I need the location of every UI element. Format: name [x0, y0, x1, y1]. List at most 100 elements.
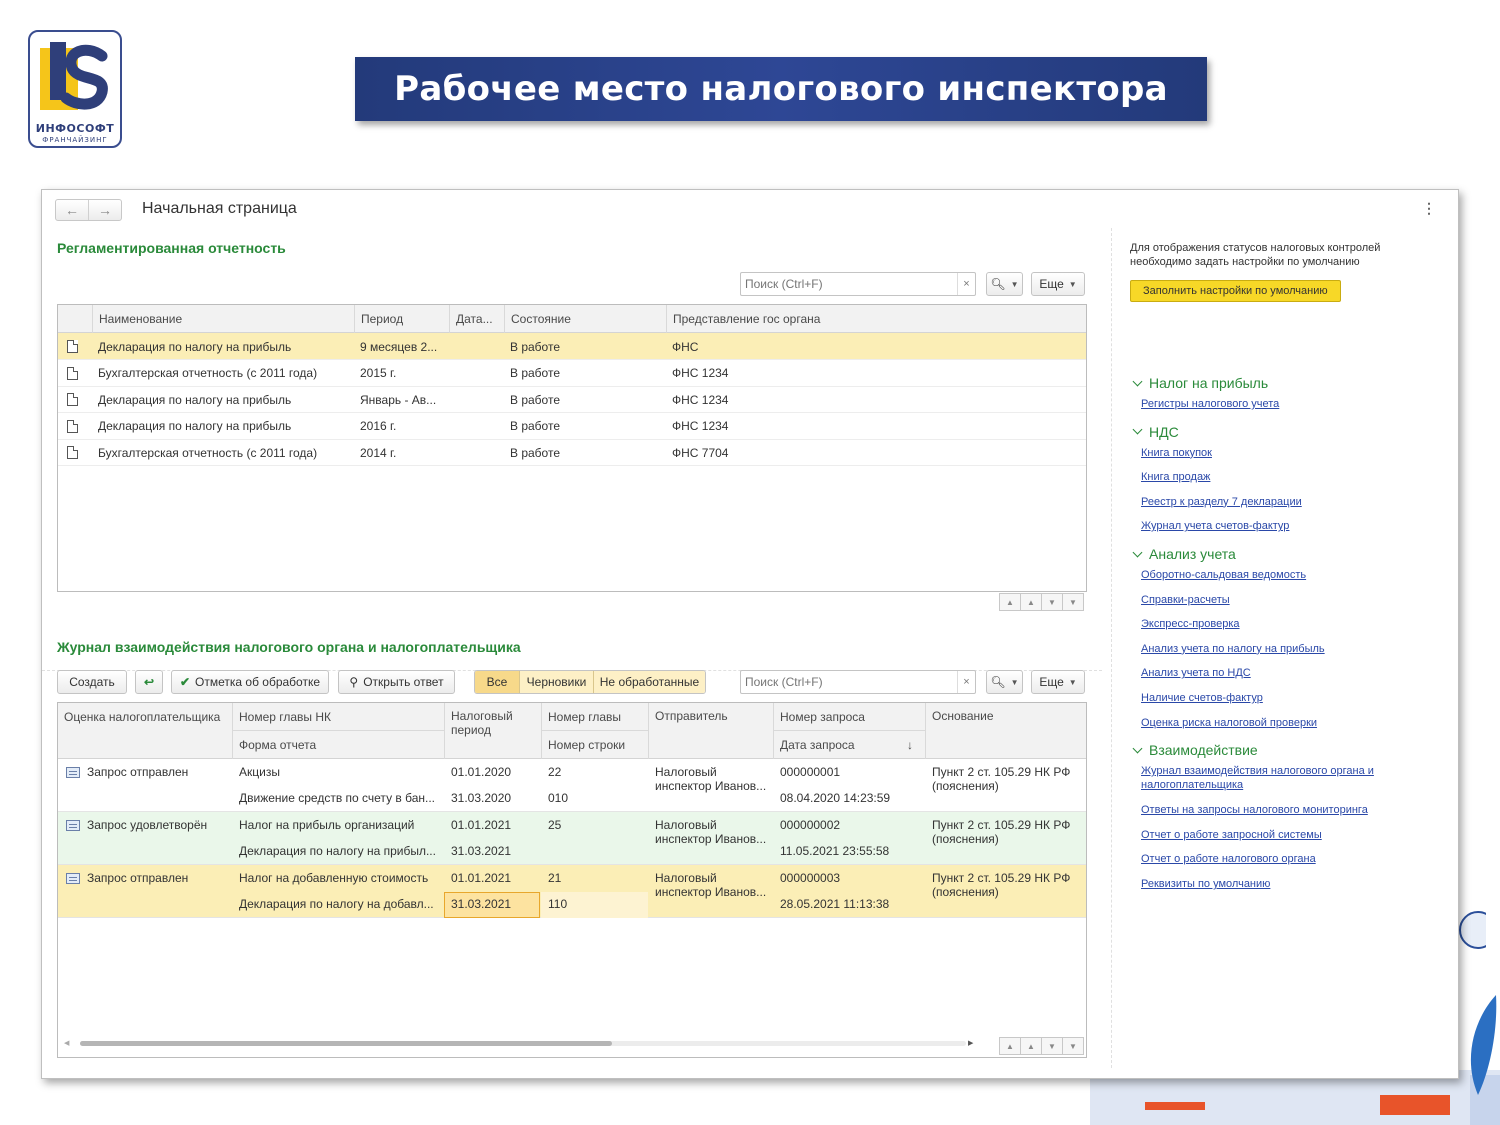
filter-tab-all[interactable]: Все — [475, 671, 519, 693]
mark-processed-label: Отметка об обработке — [195, 675, 321, 689]
message-icon — [66, 820, 80, 831]
fill-defaults-button[interactable]: Заполнить настройки по умолчанию — [1130, 280, 1341, 302]
clear-icon[interactable]: × — [957, 671, 975, 693]
scroll-first-icon[interactable]: ▲ — [999, 1037, 1021, 1055]
cell-state: В работе — [510, 419, 561, 433]
column-header-date[interactable]: Дата... — [449, 305, 504, 333]
nav-link[interactable]: Реестр к разделу 7 декларации — [1141, 495, 1411, 509]
journal-search-button[interactable]: 🔍︎ ▼ — [986, 670, 1023, 694]
column-header-tax-period[interactable]: Налоговый период — [444, 703, 541, 759]
reports-search-input[interactable] — [741, 273, 975, 295]
scroll-last-icon[interactable]: ▼ — [1062, 593, 1084, 611]
cell-period-start: 01.01.2021 — [451, 818, 512, 832]
nav-link[interactable]: Книга покупок — [1141, 446, 1411, 460]
open-reply-button[interactable]: ⚲ Открыть ответ — [338, 670, 455, 694]
column-header-chapter-nk[interactable]: Номер главы НК — [232, 703, 444, 731]
reports-search-input-box[interactable]: × — [740, 272, 976, 296]
journal-search-input[interactable] — [741, 671, 975, 693]
nav-link[interactable]: Журнал взаимодействия налогового органа … — [1141, 764, 1411, 792]
scroll-up-icon[interactable]: ▲ — [1020, 593, 1042, 611]
chevron-down-icon — [1132, 424, 1143, 435]
nav-link[interactable]: Справки-расчеты — [1141, 593, 1411, 607]
nav-link[interactable]: Анализ учета по НДС — [1141, 666, 1411, 680]
column-header-request-date[interactable]: Дата запроса ↓ — [773, 731, 925, 759]
column-header-line-no[interactable]: Номер строки — [541, 731, 648, 759]
cell-request-date: 28.05.2021 11:13:38 — [780, 897, 890, 911]
nav-link[interactable]: Отчет о работе запросной системы — [1141, 828, 1411, 842]
filter-tab-unprocessed[interactable]: Не обработанные — [593, 671, 705, 693]
table-row[interactable]: Запрос отправлен Налог на добавленную сто… — [58, 865, 1086, 918]
nav-group-title: Взаимодействие — [1149, 742, 1258, 759]
create-label: Создать — [69, 675, 115, 689]
clear-icon[interactable]: × — [957, 273, 975, 295]
nav-link[interactable]: Наличие счетов-фактур — [1141, 691, 1411, 705]
forward-arrow-icon[interactable]: → — [88, 200, 121, 220]
scroll-left-icon[interactable]: ◀ — [64, 1039, 69, 1047]
open-reply-label: Открыть ответ — [363, 675, 444, 689]
horizontal-scrollbar[interactable] — [80, 1039, 966, 1047]
column-header-basis[interactable]: Основание — [925, 703, 1086, 759]
export-button[interactable]: ↩ — [135, 670, 163, 694]
scroll-right-icon[interactable]: ▶ — [968, 1039, 973, 1047]
nav-link[interactable]: Оборотно-сальдовая ведомость — [1141, 568, 1411, 582]
column-header-period[interactable]: Период — [354, 305, 449, 333]
table-row[interactable]: Декларация по налогу на прибыль 9 месяцев… — [58, 333, 1086, 360]
scrollbar-thumb[interactable] — [80, 1041, 612, 1046]
reports-table: Наименование Период Дата... Состояние Пр… — [57, 304, 1087, 592]
scroll-first-icon[interactable]: ▲ — [999, 593, 1021, 611]
table-row[interactable]: Декларация по налогу на прибыль Январь - … — [58, 386, 1086, 413]
column-header-name[interactable]: Наименование — [92, 305, 354, 333]
reports-more-button[interactable]: Еще ▼ — [1031, 272, 1085, 296]
nav-link[interactable]: Оценка риска налоговой проверки — [1141, 716, 1411, 730]
column-header-report-form[interactable]: Форма отчета — [232, 731, 444, 759]
nav-link[interactable]: Экспресс-проверка — [1141, 617, 1411, 631]
scroll-up-icon[interactable]: ▲ — [1020, 1037, 1042, 1055]
kebab-menu-icon[interactable]: ⋮ — [1422, 200, 1436, 217]
nav-group-0[interactable]: Налог на прибыль — [1132, 375, 1268, 391]
mark-processed-button[interactable]: ✔ Отметка об обработке — [171, 670, 329, 694]
cell-sender: Налоговый инспектор Иванов... — [655, 871, 767, 899]
table-row[interactable]: Бухгалтерская отчетность (с 2011 года) 20… — [58, 439, 1086, 466]
column-header-chapter-no[interactable]: Номер главы — [541, 703, 648, 731]
cell-chapter-no: 25 — [548, 818, 562, 832]
cell-agency: ФНС 7704 — [672, 445, 729, 460]
journal-section-title: Журнал взаимодействия налогового органа … — [57, 639, 521, 655]
create-button[interactable]: Создать — [57, 670, 127, 694]
nav-link[interactable]: Анализ учета по налогу на прибыль — [1141, 642, 1411, 656]
cell-name: Бухгалтерская отчетность (с 2011 года) — [98, 366, 318, 380]
cell-sender: Налоговый инспектор Иванов... — [655, 765, 767, 793]
nav-link[interactable]: Книга продаж — [1141, 470, 1411, 484]
table-row[interactable]: Запрос отправлен Акцизы Движение средств п… — [58, 759, 1086, 812]
filter-tab-drafts[interactable]: Черновики — [519, 671, 593, 693]
cell-name: Бухгалтерская отчетность (с 2011 года) — [98, 445, 318, 460]
scroll-last-icon[interactable]: ▼ — [1062, 1037, 1084, 1055]
scroll-down-icon[interactable]: ▼ — [1041, 1037, 1063, 1055]
table-row[interactable]: Бухгалтерская отчетность (с 2011 года) 20… — [58, 360, 1086, 387]
nav-link[interactable]: Ответы на запросы налогового мониторинга — [1141, 803, 1411, 817]
column-header-request-no[interactable]: Номер запроса — [773, 703, 925, 731]
journal-search-input-box[interactable]: × — [740, 670, 976, 694]
nav-link[interactable]: Отчет о работе налогового органа — [1141, 852, 1411, 866]
cell-chapter-no: 21 — [548, 871, 562, 885]
nav-link[interactable]: Журнал учета счетов-фактур — [1141, 519, 1411, 533]
journal-more-button[interactable]: Еще ▼ — [1031, 670, 1085, 694]
cell-request-date: 11.05.2021 23:55:58 — [780, 844, 890, 858]
nav-group-1[interactable]: НДС — [1132, 424, 1179, 440]
column-header-assessment[interactable]: Оценка налогоплательщика — [58, 703, 232, 731]
search-icon: 🔍︎ — [990, 277, 1006, 291]
column-header-agency[interactable]: Представление гос органа — [666, 305, 1086, 333]
scroll-down-icon[interactable]: ▼ — [1041, 593, 1063, 611]
nav-link[interactable]: Реквизиты по умолчанию — [1141, 877, 1411, 891]
nav-group-2[interactable]: Анализ учета — [1132, 546, 1236, 562]
table-row[interactable]: Декларация по налогу на прибыль 2016 г. В … — [58, 413, 1086, 440]
logo-subtitle: ФРАНЧАЙЗИНГ — [42, 136, 108, 144]
cell-agency: ФНС — [672, 339, 699, 354]
nav-group-3[interactable]: Взаимодействие — [1132, 742, 1258, 758]
column-header-state[interactable]: Состояние — [504, 305, 666, 333]
back-arrow-icon[interactable]: ← — [56, 200, 88, 220]
nav-link[interactable]: Регистры налогового учета — [1141, 397, 1411, 411]
cell-sender: Налоговый инспектор Иванов... — [655, 818, 767, 846]
column-header-sender[interactable]: Отправитель — [648, 703, 773, 759]
table-row[interactable]: Запрос удовлетворён Налог на прибыль орга… — [58, 812, 1086, 865]
reports-search-button[interactable]: 🔍︎ ▼ — [986, 272, 1023, 296]
